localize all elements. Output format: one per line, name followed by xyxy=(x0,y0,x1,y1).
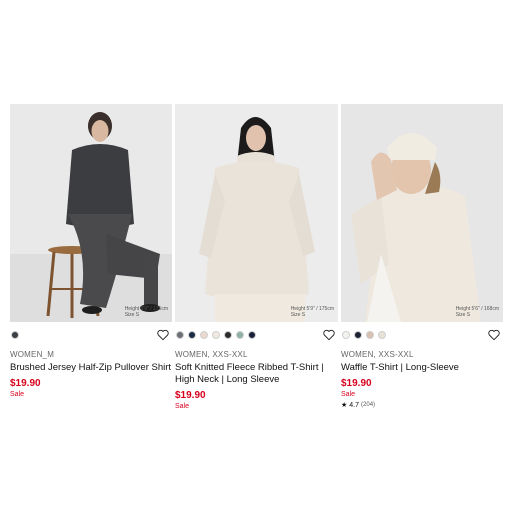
model-size-note: Height 5'9" / 175cm Size S xyxy=(290,306,334,318)
heart-outline-icon[interactable] xyxy=(487,328,501,342)
color-swatch[interactable] xyxy=(200,331,208,339)
star-icon: ★ xyxy=(341,402,348,409)
color-swatches xyxy=(176,331,256,339)
color-swatch[interactable] xyxy=(11,331,19,339)
color-swatch[interactable] xyxy=(354,331,362,339)
heart-outline-icon[interactable] xyxy=(156,328,170,342)
product-gender-size: WOMEN, XXS-XXL xyxy=(175,350,248,359)
color-swatches xyxy=(342,331,386,339)
product-image[interactable]: Height 5'9" / 175cm Size S xyxy=(175,104,338,322)
product-grid: Height 5'9" / 175cm Size S WOMEN_M Brushe… xyxy=(10,104,504,414)
product-card[interactable]: Height 5'6" / 168cm Size S WOMEN, XXS-XXL… xyxy=(341,104,503,409)
product-name[interactable]: Waffle T-Shirt | Long-Sleeve xyxy=(341,362,503,374)
heart-outline-icon[interactable] xyxy=(322,328,336,342)
product-name[interactable]: Soft Knitted Fleece Ribbed T-Shirt | Hig… xyxy=(175,362,338,386)
model-size-note: Height 5'9" / 175cm Size S xyxy=(124,306,168,318)
product-name[interactable]: Brushed Jersey Half-Zip Pullover Shirt xyxy=(10,362,172,374)
sale-label: Sale xyxy=(341,391,356,398)
product-gender-size: WOMEN, XXS-XXL xyxy=(341,350,414,359)
product-card[interactable]: Height 5'9" / 175cm Size S WOMEN, XXS-XXL… xyxy=(175,104,338,410)
product-image[interactable]: Height 5'9" / 175cm Size S xyxy=(10,104,172,322)
sale-label: Sale xyxy=(175,403,190,410)
rating-score: 4.7 xyxy=(349,401,360,409)
model-size-note: Height 5'6" / 168cm Size S xyxy=(455,306,499,318)
product-price: $19.90 xyxy=(341,378,372,389)
color-swatch[interactable] xyxy=(176,331,184,339)
color-swatch[interactable] xyxy=(224,331,232,339)
color-swatch[interactable] xyxy=(342,331,350,339)
color-swatch[interactable] xyxy=(236,331,244,339)
color-swatch[interactable] xyxy=(378,331,386,339)
rating-count: (204) xyxy=(361,402,376,408)
rating: ★ 4.7 (204) xyxy=(341,401,503,410)
color-swatch[interactable] xyxy=(248,331,256,339)
product-image[interactable]: Height 5'6" / 168cm Size S xyxy=(341,104,503,322)
color-swatches xyxy=(11,331,19,339)
color-swatch[interactable] xyxy=(366,331,374,339)
sale-label: Sale xyxy=(10,391,25,398)
product-price: $19.90 xyxy=(175,390,206,401)
color-swatch[interactable] xyxy=(188,331,196,339)
product-card[interactable]: Height 5'9" / 175cm Size S WOMEN_M Brushe… xyxy=(10,104,172,398)
product-gender-size: WOMEN_M xyxy=(10,350,55,359)
color-swatch[interactable] xyxy=(212,331,220,339)
product-price: $19.90 xyxy=(10,378,41,389)
